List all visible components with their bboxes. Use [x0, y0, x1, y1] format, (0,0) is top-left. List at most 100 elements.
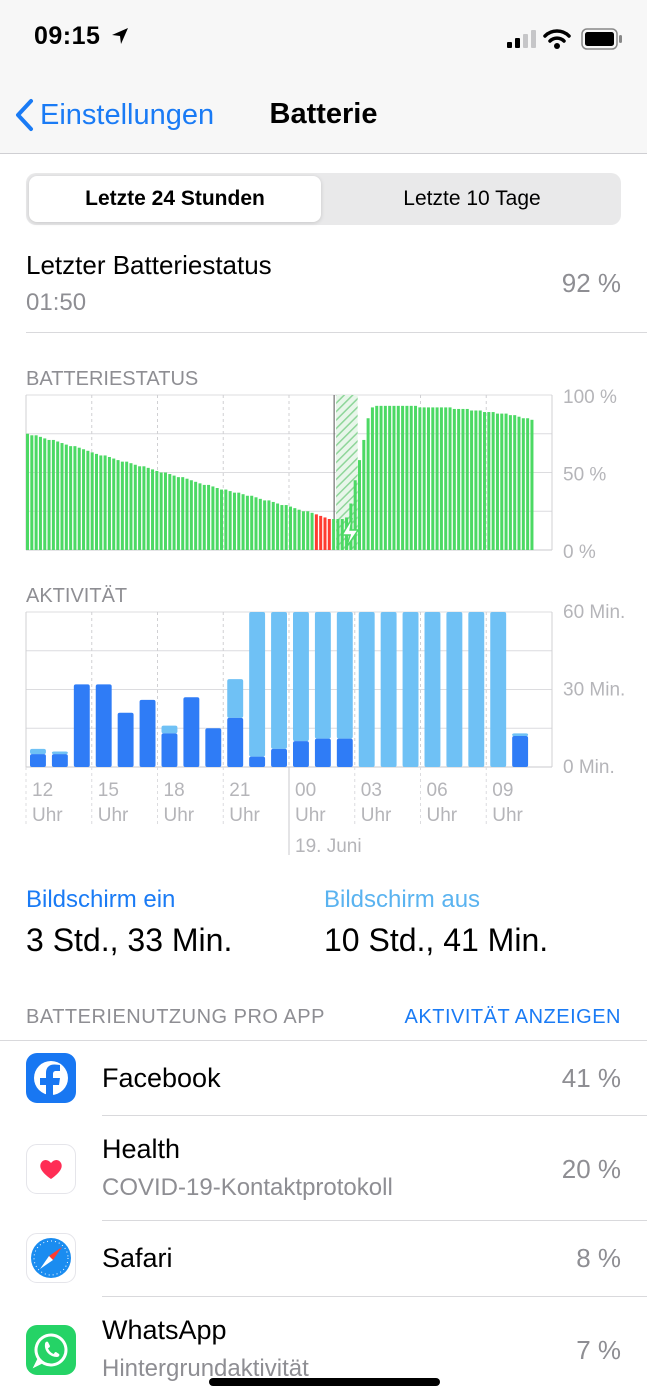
activity-bar-screen-off — [30, 748, 46, 755]
battery-bar — [517, 416, 521, 550]
battery-bar — [353, 480, 357, 550]
battery-bar — [220, 489, 224, 550]
app-percentage: 20 % — [561, 1154, 621, 1184]
battery-bar — [232, 492, 236, 550]
x-tick-hour: 06 — [427, 780, 448, 801]
activity-bar-screen-off — [358, 612, 375, 767]
battery-y-tick: 100 % — [563, 387, 617, 408]
battery-bar — [414, 405, 418, 550]
usage-caption: BATTERIENUTZUNG PRO APP — [26, 1006, 325, 1028]
battery-bar — [241, 494, 245, 550]
x-tick-hour: 12 — [32, 780, 53, 801]
battery-bar — [297, 509, 301, 550]
activity-bar-screen-off — [402, 612, 419, 767]
battery-bar — [276, 503, 280, 550]
battery-bar — [332, 519, 336, 550]
battery-bar — [530, 419, 534, 550]
activity-y-tick: 30 Min. — [563, 680, 625, 701]
activity-bar-screen-off — [490, 612, 507, 767]
battery-bar — [202, 484, 206, 550]
battery-bar — [301, 511, 305, 550]
show-activity-link[interactable]: AKTIVITÄT ANZEIGEN — [405, 1006, 621, 1029]
app-row-safari[interactable]: Safari 8 % — [0, 1221, 647, 1296]
battery-bar — [94, 453, 98, 550]
activity-bar-screen-off — [314, 612, 331, 739]
activity-bar-screen-off — [271, 612, 287, 749]
battery-bar — [99, 455, 103, 550]
battery-bar — [457, 408, 461, 550]
battery-bar — [289, 506, 293, 550]
battery-bar — [73, 446, 77, 550]
battery-bar — [319, 515, 323, 550]
battery-y-tick: 50 % — [563, 465, 606, 486]
battery-bar — [470, 410, 474, 550]
battery-bar — [495, 413, 499, 550]
activity-bar-screen-off — [293, 612, 309, 742]
activity-bar-screen-off — [468, 612, 485, 767]
activity-bar-screen-off — [227, 679, 244, 718]
battery-bar — [56, 441, 60, 550]
battery-bar — [38, 436, 42, 550]
battery-bar — [280, 505, 284, 550]
activity-y-tick: 0 Min. — [563, 757, 615, 778]
activity-chart-title: AKTIVITÄT — [26, 585, 127, 607]
activity-bar-screen-off — [512, 733, 529, 736]
x-tick-hour: 00 — [295, 780, 316, 801]
battery-bar — [500, 413, 504, 550]
battery-bar — [146, 467, 150, 550]
battery-bar — [504, 413, 508, 550]
battery-bar — [483, 412, 487, 550]
battery-bar — [181, 477, 185, 550]
app-name: Facebook — [102, 1063, 221, 1093]
battery-bar — [465, 408, 469, 550]
x-tick-hour: 09 — [492, 780, 513, 801]
battery-bar — [51, 439, 55, 550]
activity-bar-screen-on — [30, 754, 46, 767]
screen-on-value: 3 Std., 33 Min. — [26, 922, 233, 958]
x-tick-hour: 03 — [361, 780, 382, 801]
battery-bar — [314, 514, 318, 550]
activity-bar-screen-on — [95, 684, 112, 767]
battery-bar — [224, 489, 228, 550]
battery-bar — [392, 405, 396, 550]
battery-bar — [69, 446, 73, 550]
activity-bar-screen-on — [314, 738, 331, 767]
battery-chart-title: BATTERIESTATUS — [26, 368, 198, 390]
x-tick-unit: Uhr — [98, 805, 129, 826]
app-percentage: 41 % — [561, 1063, 621, 1093]
battery-bar — [362, 439, 366, 550]
battery-bar — [151, 469, 155, 550]
battery-bar — [405, 405, 409, 550]
battery-bar — [120, 461, 124, 550]
battery-bar — [491, 412, 495, 550]
battery-bar — [168, 474, 172, 550]
activity-bar-screen-off — [336, 612, 353, 739]
activity-bar-screen-on — [51, 754, 68, 767]
battery-bar — [409, 405, 413, 550]
battery-bar — [163, 472, 167, 550]
battery-bar — [474, 410, 478, 550]
app-row-facebook[interactable]: Facebook 41 % — [0, 1041, 647, 1115]
battery-bar — [159, 472, 163, 550]
activity-bar-screen-on — [205, 728, 222, 767]
battery-bar — [452, 408, 456, 550]
battery-bar — [461, 408, 465, 550]
battery-bar — [34, 435, 38, 550]
health-heart-icon — [26, 1144, 76, 1194]
date-label: 19. Juni — [295, 836, 362, 857]
battery-bar — [293, 508, 297, 550]
activity-bar-screen-off — [51, 751, 68, 755]
battery-bar — [336, 519, 340, 550]
battery-bar — [323, 517, 327, 550]
x-tick-unit: Uhr — [229, 805, 260, 826]
x-tick-unit: Uhr — [492, 805, 523, 826]
battery-bar — [176, 477, 180, 550]
battery-y-tick: 0 % — [563, 542, 596, 563]
activity-bar-screen-on — [336, 738, 353, 767]
activity-bar-screen-on — [73, 684, 90, 767]
battery-bar — [508, 415, 512, 550]
app-percentage: 7 % — [576, 1335, 621, 1365]
battery-bar — [129, 463, 133, 550]
battery-bar — [448, 407, 452, 550]
app-row-health[interactable]: Health COVID-19-Kontaktprotokoll 20 % — [0, 1116, 647, 1220]
